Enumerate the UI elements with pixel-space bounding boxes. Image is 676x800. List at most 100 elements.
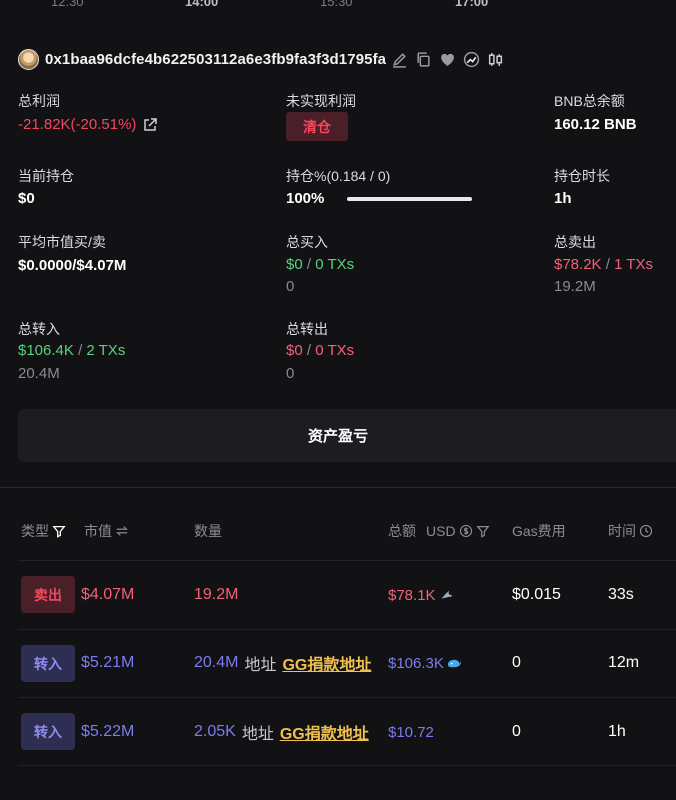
separator: / <box>306 342 312 359</box>
header-mcap-label: 市值 <box>84 523 112 539</box>
type-badge-transfer-in: 转入 <box>21 645 75 682</box>
candlestick-icon[interactable] <box>484 48 506 70</box>
external-link-icon[interactable] <box>142 117 158 133</box>
heart-icon[interactable] <box>436 48 458 70</box>
header-time-label: 时间 <box>608 523 636 539</box>
row-mcap: $5.21M <box>81 654 135 671</box>
row-qty: 19.2M <box>194 586 239 603</box>
swap-icon[interactable] <box>115 524 129 538</box>
row-qty-cell: 2.05K 地址 GG捐款地址 <box>194 720 369 744</box>
total-out-qty: 0 <box>286 365 295 382</box>
total-buy-value: $0 / 0 TXs <box>286 256 354 273</box>
total-in-qty: 20.4M <box>18 365 60 382</box>
row-divider <box>18 629 676 630</box>
row-mcap: $5.22M <box>81 723 135 740</box>
whale-icon <box>447 659 461 667</box>
total-out-value: $0 / 0 TXs <box>286 342 354 359</box>
asset-pnl-button[interactable]: 资产盈亏 <box>18 409 676 462</box>
total-sell-amount: $78.2K <box>554 256 602 273</box>
row-qty-cell: 20.4M 地址 GG捐款地址 <box>194 651 371 675</box>
separator: / <box>78 342 83 359</box>
separator: / <box>605 256 610 273</box>
wallet-address-row: 0x1baa96dcfe4b622503112a6e3fb9fa3f3d1795… <box>18 47 506 71</box>
time-tick: 12:30 <box>51 0 84 9</box>
header-time[interactable]: 时间 <box>608 521 653 541</box>
row-total-value: $78.1K <box>388 586 436 604</box>
row-gas: 0 <box>512 654 521 671</box>
time-tick: 17:00 <box>455 0 489 9</box>
time-tick: 15:30 <box>320 0 353 9</box>
total-buy-label: 总买入 <box>286 234 328 250</box>
row-qty: 2.05K <box>194 723 236 740</box>
currency-toggle-icon[interactable] <box>459 524 473 538</box>
total-profit-value: -21.82K(-20.51%) <box>18 116 158 133</box>
row-address-link[interactable]: GG捐款地址 <box>280 720 369 744</box>
row-qty: 20.4M <box>194 654 239 671</box>
row-total: $10.72 <box>388 723 434 741</box>
header-gas-label: Gas费用 <box>512 523 566 539</box>
row-total: $78.1K <box>388 583 454 607</box>
chart-analysis-icon[interactable] <box>460 48 482 70</box>
chart-time-axis: 12:30 14:00 15:30 17:00 <box>0 0 676 14</box>
total-buy-amount: $0 <box>286 256 303 273</box>
header-total[interactable]: 总额 USD <box>388 521 490 541</box>
total-profit-amount: -21.82K(-20.51%) <box>18 116 137 133</box>
row-divider <box>18 560 676 561</box>
header-total-label: 总额 <box>388 523 416 539</box>
position-pct-value: 100% <box>286 190 325 207</box>
total-in-txs: 2 TXs <box>86 342 126 359</box>
type-badge-transfer-in: 转入 <box>21 713 75 750</box>
current-position-label: 当前持仓 <box>18 168 74 184</box>
type-badge-sell: 卖出 <box>21 576 75 613</box>
clock-icon[interactable] <box>639 524 653 538</box>
total-in-amount: $106.4K <box>18 342 74 359</box>
row-mcap: $4.07M <box>81 586 135 603</box>
total-sell-txs: 1 TXs <box>614 256 653 273</box>
header-gas: Gas费用 <box>512 521 566 541</box>
row-time: 1h <box>608 723 626 740</box>
avg-mcap-label: 平均市值买/卖 <box>18 234 106 250</box>
header-qty: 数量 <box>194 521 222 541</box>
filter-icon[interactable] <box>52 524 66 538</box>
total-sell-label: 总卖出 <box>554 234 596 250</box>
filter-icon[interactable] <box>476 524 490 538</box>
position-pct-label: 持仓%(0.184 / 0) <box>286 168 391 184</box>
row-address-link[interactable]: GG捐款地址 <box>282 651 371 675</box>
row-gas: $0.015 <box>512 586 561 603</box>
row-time: 33s <box>608 586 634 603</box>
time-tick: 14:00 <box>185 0 219 9</box>
wallet-address[interactable]: 0x1baa96dcfe4b622503112a6e3fb9fa3f3d1795… <box>45 51 386 68</box>
bnb-balance-value: 160.12 BNB <box>554 116 637 133</box>
row-divider <box>18 765 676 766</box>
avg-mcap-value: $0.0000/$4.07M <box>18 257 127 274</box>
header-usd-label[interactable]: USD <box>426 523 456 539</box>
row-address-label: 地址 <box>244 657 277 674</box>
section-divider <box>0 487 676 488</box>
bnb-balance-label: BNB总余额 <box>554 93 625 109</box>
total-out-amount: $0 <box>286 342 303 359</box>
row-total-value: $106.3K <box>388 654 444 672</box>
total-out-label: 总转出 <box>286 321 328 337</box>
total-in-label: 总转入 <box>18 321 60 337</box>
total-buy-txs: 0 TXs <box>315 256 355 273</box>
row-gas: 0 <box>512 723 521 740</box>
header-type[interactable]: 类型 <box>21 521 66 541</box>
row-time: 12m <box>608 654 640 671</box>
header-qty-label: 数量 <box>194 523 222 539</box>
total-out-txs: 0 TXs <box>315 342 355 359</box>
header-mcap[interactable]: 市值 <box>84 521 129 541</box>
total-sell-value: $78.2K / 1 TXs <box>554 256 653 273</box>
row-divider <box>18 697 676 698</box>
wallet-avatar <box>18 48 39 70</box>
unrealized-profit-label: 未实现利润 <box>286 93 356 109</box>
edit-icon[interactable] <box>388 48 410 70</box>
shark-icon <box>440 590 452 598</box>
row-total: $106.3K <box>388 651 462 675</box>
position-progress-fill <box>347 197 472 201</box>
current-position-value: $0 <box>18 190 35 207</box>
copy-icon[interactable] <box>412 48 434 70</box>
row-address-label: 地址 <box>241 726 274 743</box>
total-in-value: $106.4K / 2 TXs <box>18 342 125 359</box>
cleared-badge: 清仓 <box>286 112 348 141</box>
hold-duration-label: 持仓时长 <box>554 168 610 184</box>
